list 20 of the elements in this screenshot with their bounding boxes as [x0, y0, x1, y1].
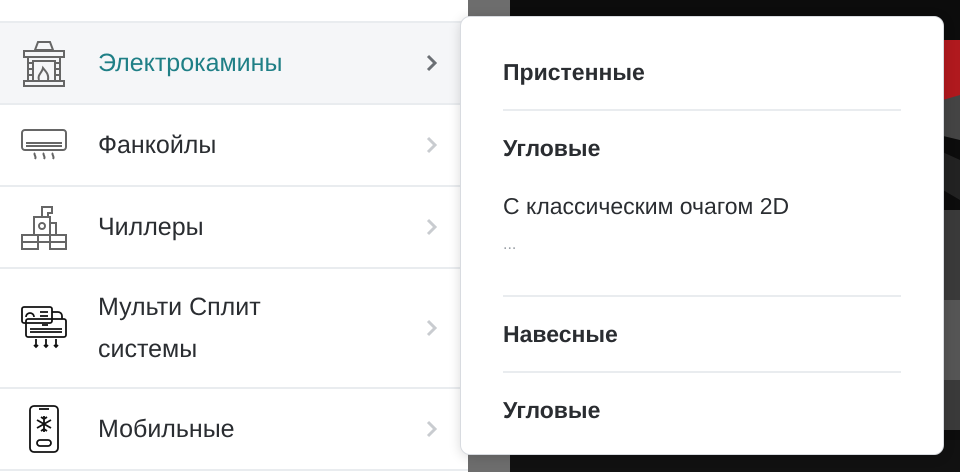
submenu-link[interactable]: Угловые: [503, 129, 600, 167]
menu-item-label: Чиллеры: [98, 212, 205, 243]
chevron-right-icon: [426, 218, 438, 236]
air-conditioner-icon: [20, 128, 68, 162]
submenu-link[interactable]: Навесные: [503, 315, 618, 353]
chevron-right-icon: [426, 319, 438, 337]
menu-item-label: Мульти Сплит системы: [98, 292, 262, 365]
submenu-link[interactable]: Угловые: [503, 391, 600, 429]
air-conditioner-icon: [20, 305, 68, 351]
chevron-right-icon: [426, 136, 438, 154]
menu-item-label: Мобильные: [98, 414, 236, 445]
phone-snowflake-icon: [28, 404, 60, 454]
submenu-link[interactable]: С классическим очагом 2D: [503, 187, 790, 225]
chiller-icon: [20, 203, 68, 251]
menu-item-label: Фанкойлы: [98, 130, 218, 161]
menu-item-label: Электрокамины: [98, 48, 284, 79]
fireplace-icon: [21, 39, 67, 87]
submenu-link[interactable]: Пристенные: [503, 53, 645, 91]
chevron-right-icon: [426, 54, 438, 72]
chevron-right-icon: [426, 420, 438, 438]
